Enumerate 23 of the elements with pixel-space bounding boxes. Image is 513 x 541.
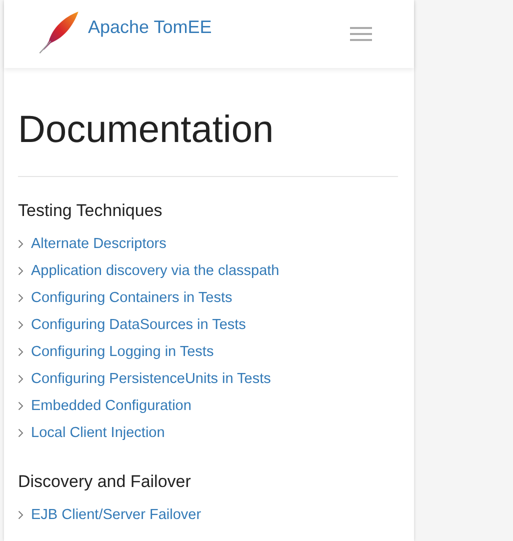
section-heading: Discovery and Failover [18,472,192,492]
page-title: Documentation [18,108,275,153]
section-heading: Testing Techniques [18,201,164,221]
brand-link[interactable]: Apache TomEE [88,16,212,38]
chevron-right-icon [18,374,24,384]
chevron-right-icon [18,428,24,438]
chevron-right-icon [18,346,24,356]
doc-link[interactable]: Configuring Logging in Tests [31,344,214,360]
doc-link[interactable]: Embedded Configuration [31,398,192,414]
doc-link[interactable]: Application discovery via the classpath [31,262,280,278]
chevron-right-icon [18,238,24,248]
doc-link[interactable]: Local Client Injection [31,424,165,440]
chevron-right-icon [18,292,24,302]
doc-link[interactable]: EJB Client/Server Failover [31,506,202,522]
doc-link[interactable]: Configuring Containers in Tests [31,290,232,306]
chevron-right-icon [18,266,24,276]
menu-button[interactable] [350,27,374,41]
doc-link[interactable]: Alternate Descriptors [31,236,166,252]
chevron-right-icon [18,510,24,520]
doc-link[interactable]: Configuring DataSources in Tests [31,316,246,332]
chevron-right-icon [18,320,24,330]
chevron-right-icon [18,400,24,410]
doc-link[interactable]: Configuring PersistenceUnits in Tests [31,370,271,386]
